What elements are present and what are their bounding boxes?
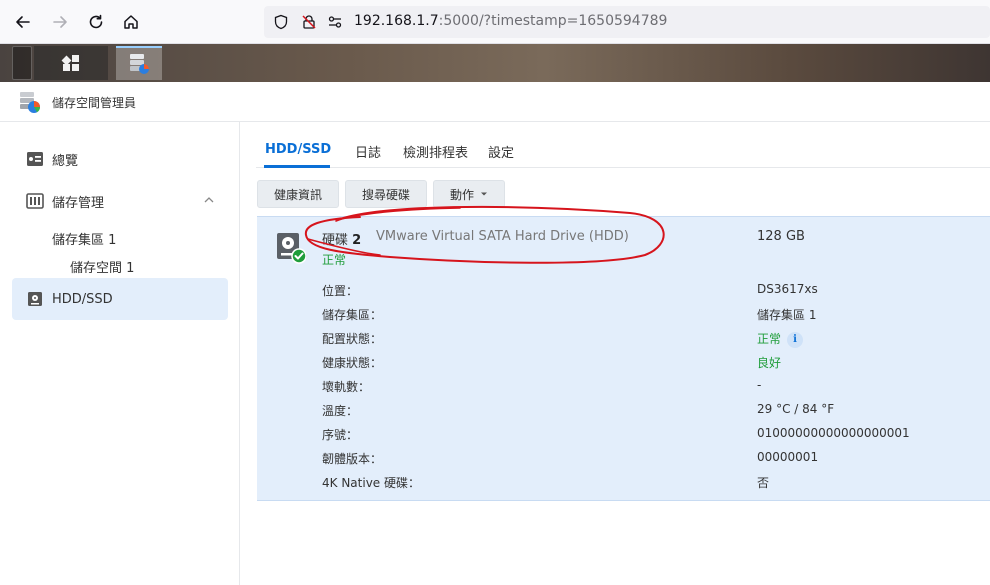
- active-tab-indicator: [264, 165, 330, 168]
- sidebar: 總覽 儲存管理 儲存集區 1 儲存空間 1 HDD/SSD: [0, 122, 240, 585]
- action-dropdown-button[interactable]: 動作: [433, 180, 505, 208]
- detail-value-health-status: 良好: [757, 356, 782, 370]
- main-menu-icon: [61, 55, 79, 71]
- shield-icon[interactable]: [272, 13, 290, 31]
- disk-number: 2: [352, 233, 362, 248]
- detail-label-location: 位置：: [322, 284, 359, 298]
- home-button[interactable]: [120, 11, 142, 33]
- address-bar[interactable]: 192.168.1.7:5000/?timestamp=1650594789: [264, 6, 990, 38]
- sidebar-item-storage-pool-1[interactable]: 儲存集區 1: [52, 229, 116, 248]
- sidebar-item-label: HDD/SSD: [52, 291, 113, 307]
- detail-label-bad-sectors: 壞軌數：: [322, 380, 371, 394]
- tab-hdd-ssd[interactable]: HDD/SSD: [265, 142, 331, 157]
- arrow-right-icon: [53, 16, 67, 28]
- screen: 192.168.1.7:5000/?timestamp=1650594789 儲…: [0, 0, 990, 585]
- tab-test-schedule[interactable]: 檢測排程表: [403, 142, 468, 161]
- detail-value-serial: 01000000000000000001: [757, 426, 910, 440]
- sidebar-item-label: 儲存管理: [52, 195, 105, 211]
- detail-label-temperature: 溫度：: [322, 404, 359, 418]
- storage-manager-icon: [20, 92, 40, 113]
- hdd-icon: [28, 292, 42, 306]
- url-text[interactable]: 192.168.1.7:5000/?timestamp=1650594789: [354, 13, 667, 29]
- reload-button[interactable]: [85, 11, 107, 33]
- detail-label-4k-native: 4K Native 硬碟：: [322, 476, 420, 490]
- disk-name-prefix: 硬碟: [322, 233, 349, 248]
- back-button[interactable]: [12, 11, 34, 33]
- detail-value-bad-sectors: -: [757, 378, 762, 392]
- permissions-icon[interactable]: [326, 13, 344, 31]
- disk-model: VMware Virtual SATA Hard Drive (HDD): [376, 229, 629, 244]
- caret-down-icon: [481, 192, 487, 196]
- info-icon[interactable]: i: [787, 331, 804, 348]
- detail-label-allocation-status: 配置狀態：: [322, 332, 383, 346]
- insecure-lock-icon[interactable]: [300, 13, 318, 31]
- browser-toolbar: 192.168.1.7:5000/?timestamp=1650594789: [0, 0, 990, 44]
- overview-icon: [27, 152, 43, 166]
- disk-name: 硬碟 2: [322, 229, 361, 248]
- url-host: 192.168.1.7: [354, 13, 439, 29]
- dsm-taskbar: [0, 44, 990, 82]
- home-icon: [124, 15, 138, 29]
- detail-value-storage-pool: 儲存集區 1: [757, 308, 817, 322]
- main-menu-button[interactable]: [34, 46, 108, 80]
- search-disk-button[interactable]: 搜尋硬碟: [345, 180, 427, 208]
- forward-button[interactable]: [49, 11, 71, 33]
- sidebar-item-overview[interactable]: 總覽: [12, 138, 228, 180]
- tab-log[interactable]: 日誌: [355, 142, 381, 161]
- chevron-up-icon[interactable]: [204, 195, 214, 205]
- url-path: :5000/?timestamp=1650594789: [438, 13, 668, 29]
- sidebar-item-label: 總覽: [52, 153, 79, 169]
- detail-value-allocation-status: 正常 i: [757, 330, 804, 348]
- storage-icon: [26, 193, 44, 209]
- detail-label-firmware: 韌體版本：: [322, 452, 383, 466]
- app-title-bar: 儲存空間管理員: [0, 82, 990, 122]
- detail-label-serial: 序號：: [322, 428, 359, 442]
- search-disk-label: 搜尋硬碟: [361, 187, 410, 202]
- tab-settings[interactable]: 設定: [488, 142, 514, 161]
- sidebar-item-volume-1[interactable]: 儲存空間 1: [70, 257, 134, 276]
- detail-value-temperature: 29 °C / 84 °F: [757, 402, 835, 416]
- app-title: 儲存空間管理員: [52, 96, 137, 110]
- disk-size: 128 GB: [757, 229, 805, 244]
- storage-manager-taskbar-button[interactable]: [116, 46, 162, 80]
- arrow-left-icon: [16, 16, 30, 28]
- sidebar-item-hdd-ssd[interactable]: HDD/SSD: [12, 278, 228, 320]
- action-label: 動作: [449, 187, 474, 202]
- show-desktop-button[interactable]: [12, 46, 32, 80]
- disk-status: 正常: [322, 253, 347, 267]
- detail-label-health-status: 健康狀態：: [322, 356, 383, 370]
- detail-value-firmware: 00000001: [757, 450, 819, 464]
- sidebar-item-storage[interactable]: 儲存管理: [12, 180, 228, 222]
- detail-label-storage-pool: 儲存集區：: [322, 308, 383, 322]
- detail-value-location: DS3617xs: [757, 282, 818, 296]
- storage-manager-icon: [130, 54, 149, 74]
- health-info-button[interactable]: 健康資訊: [257, 180, 339, 208]
- allocation-status-text: 正常: [757, 332, 782, 346]
- reload-icon: [89, 14, 103, 29]
- detail-value-4k-native: 否: [757, 476, 770, 490]
- health-info-label: 健康資訊: [273, 187, 322, 202]
- tab-bar: HDD/SSD 日誌 檢測排程表 設定: [256, 132, 990, 168]
- hdd-healthy-icon: [277, 233, 306, 264]
